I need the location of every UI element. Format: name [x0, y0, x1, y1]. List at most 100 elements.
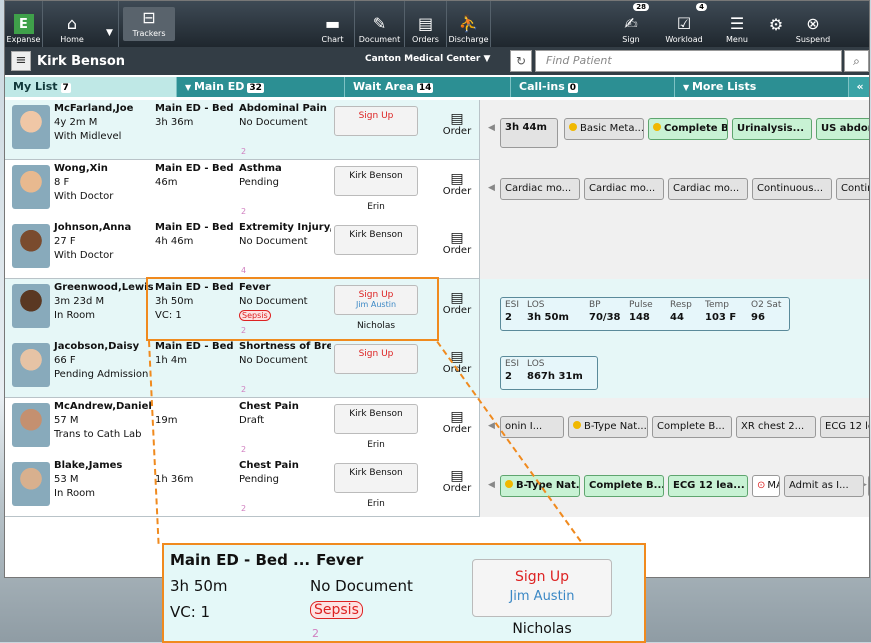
pending-dot-icon — [653, 123, 661, 131]
order-chip[interactable]: XR chest 2... — [736, 415, 816, 438]
order-chip[interactable]: Complete B... — [584, 475, 664, 497]
search-icon[interactable]: ⌕ — [844, 50, 869, 72]
tab-wait-area[interactable]: Wait Area 14 — [345, 77, 511, 97]
patient-row[interactable]: Blake,James 53 M In Room Chest Pain 1h 36m Pe… — [5, 457, 869, 517]
provider-button[interactable]: Sign Up — [334, 106, 418, 136]
order-chip-label: Continuous... — [757, 182, 824, 194]
order-chip[interactable]: ECG 12 lea... — [668, 475, 748, 497]
tab-call-ins[interactable]: Call-ins 0 — [511, 77, 675, 97]
document-status[interactable]: No Document — [239, 355, 308, 366]
order-chip[interactable]: Cardiac mo... — [668, 177, 748, 200]
patient-age-sex: 53 M — [54, 474, 79, 485]
los-chip[interactable]: 3h 44m — [500, 118, 558, 148]
tab-label: More Lists — [691, 80, 757, 93]
patient-name[interactable]: McFarland,Joe — [54, 103, 133, 114]
gear-icon: ⚙ — [768, 15, 784, 34]
order-chip[interactable]: Admit as I... — [784, 475, 864, 497]
trackers-button[interactable]: ⊟ Trackers — [123, 7, 175, 41]
order-button[interactable]: ▤ Order — [442, 112, 472, 137]
sign-button[interactable]: 28 ✍ Sign — [607, 1, 655, 47]
provider-button[interactable]: Sign Up — [334, 344, 418, 374]
patient-name[interactable]: Jacobson,Daisy — [54, 341, 139, 352]
document-status[interactable]: No Document — [239, 236, 308, 247]
document-status[interactable]: No Document — [239, 117, 308, 128]
user-name: Kirk Benson — [37, 53, 126, 69]
patient-name[interactable]: Wong,Xin — [54, 163, 108, 174]
expanse-button[interactable]: E Expanse — [5, 1, 43, 47]
location-selector[interactable]: Canton Medical Center ▼ — [365, 54, 490, 64]
order-chip[interactable]: Cardiac mo... — [584, 177, 664, 200]
order-chip[interactable]: Basic Meta... — [564, 118, 644, 140]
order-chip[interactable]: US abdomen — [816, 118, 869, 140]
order-chip[interactable]: Complete B... — [652, 415, 732, 438]
collapse-icon[interactable]: « — [849, 77, 869, 97]
zoom-sepsis-badge[interactable]: Sepsis — [310, 601, 363, 619]
zoom-sign-up-button[interactable]: Sign Up Jim Austin — [472, 559, 612, 617]
tab-count: 7 — [60, 83, 71, 93]
vitals-box[interactable]: ESI 2 LOS 3h 50m BP 70/38 Pulse 148 Resp 44 Temp 10… — [500, 296, 790, 331]
order-chip-label: onin I... — [505, 420, 543, 432]
document-status[interactable]: Pending — [239, 177, 279, 188]
settings-button[interactable]: ⚙ — [761, 1, 791, 47]
patient-row[interactable]: McFarland,Joe 4y 2m M With Midlevel Main ED… — [5, 100, 869, 160]
provider-button[interactable]: Kirk Benson — [334, 403, 418, 434]
order-icon: ▤ — [450, 111, 464, 127]
order-button[interactable]: ▤ Order — [442, 291, 472, 316]
scroll-left-icon[interactable]: ◀ — [488, 123, 495, 133]
patient-photo — [12, 402, 50, 447]
zoom-doc: No Document — [310, 577, 413, 595]
patient-row[interactable]: McAndrew,Daniel 57 M Trans to Cath Lab Ches… — [5, 397, 869, 458]
order-chip[interactable]: ⊙MAR — [752, 475, 780, 497]
patient-name[interactable]: Blake,James — [54, 460, 122, 471]
find-patient-input[interactable]: Find Patient — [535, 50, 842, 72]
hamburger-menu-icon[interactable]: ≡ — [11, 51, 31, 71]
tab-main-ed[interactable]: ▼ Main ED 32 — [177, 77, 345, 97]
tab-my-list[interactable]: My List 7 — [5, 77, 177, 97]
provider-button[interactable]: Kirk Benson — [334, 225, 418, 255]
order-chip[interactable]: onin I... — [500, 415, 564, 438]
provider-button[interactable]: Kirk Benson — [334, 463, 418, 493]
home-dropdown[interactable]: ▼ — [101, 1, 119, 47]
refresh-icon[interactable]: ↻ — [510, 50, 532, 72]
order-button[interactable]: ▤ Order — [442, 231, 472, 256]
tab-more-lists[interactable]: ▼ More Lists — [675, 77, 849, 97]
discharge-button[interactable]: ⛹ Discharge — [447, 1, 491, 47]
home-button[interactable]: ⌂ Home — [43, 1, 101, 47]
scroll-left-icon[interactable]: ◀ — [488, 480, 495, 490]
order-chip[interactable]: Continuous... — [836, 177, 869, 200]
document-status[interactable]: Draft — [239, 415, 264, 426]
order-icon: ▤ — [450, 408, 464, 425]
patient-row[interactable]: Wong,Xin 8 F With Doctor Main ED - Bed ...A… — [5, 159, 869, 220]
patient-row[interactable]: Jacobson,Daisy 66 F Pending Admission Main … — [5, 338, 869, 398]
order-chip[interactable]: Complete B... — [648, 118, 728, 140]
order-chip[interactable]: Urinalysis... — [732, 118, 812, 140]
discharge-icon: ⛹ — [458, 14, 479, 33]
patient-name[interactable]: Johnson,Anna — [54, 222, 131, 233]
order-chip[interactable]: Cardiac mo... — [500, 177, 580, 200]
order-chip[interactable]: B-Type Nat... — [568, 415, 648, 438]
vitals-box[interactable]: ESI 2 LOS 867h 31m — [500, 356, 598, 390]
chart-button[interactable]: ▬ Chart — [311, 1, 355, 47]
document-button[interactable]: ✎ Document — [355, 1, 405, 47]
provider-button-label: Kirk Benson — [349, 468, 403, 478]
document-status[interactable]: Pending — [239, 474, 279, 485]
workload-button[interactable]: 4 ☑ Workload — [655, 1, 713, 47]
order-chip[interactable]: ECG 12 lea... — [820, 415, 869, 438]
patient-name[interactable]: McAndrew,Daniel — [54, 401, 152, 412]
patient-status: Trans to Cath Lab — [54, 428, 142, 440]
patient-name[interactable]: Greenwood,Lewis — [54, 282, 154, 293]
vital-header: LOS — [527, 359, 545, 369]
order-chip-label: B-Type Nat... — [584, 420, 647, 432]
order-button[interactable]: ▤ Order — [442, 469, 472, 494]
order-chip[interactable]: Continuous... — [752, 177, 832, 200]
provider-button[interactable]: Kirk Benson — [334, 165, 418, 196]
suspend-button[interactable]: ⊗ Suspend — [791, 1, 835, 47]
orders-button[interactable]: ▤ Orders — [405, 1, 447, 47]
order-chip[interactable]: Re — [868, 475, 869, 497]
scroll-left-icon[interactable]: ◀ — [488, 183, 495, 193]
order-button[interactable]: ▤ Order — [442, 410, 472, 435]
order-chip-label: Admit as I... — [789, 480, 849, 491]
patient-row[interactable]: Johnson,Anna 27 F With Doctor Main ED - Bed… — [5, 219, 869, 279]
order-button[interactable]: ▤ Order — [442, 172, 472, 197]
menu-button[interactable]: ☰ Menu — [713, 1, 761, 47]
